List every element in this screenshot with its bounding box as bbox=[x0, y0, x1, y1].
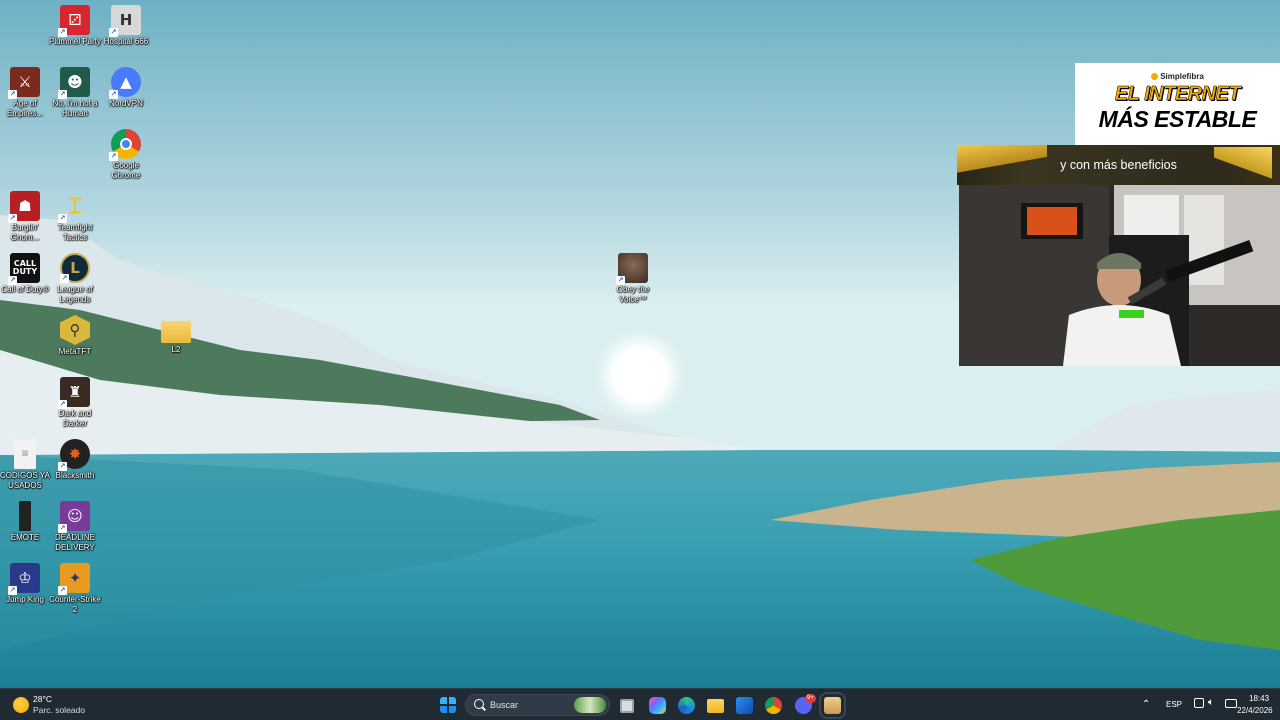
outlook-icon[interactable] bbox=[736, 697, 753, 714]
desktop-icon-label: MetaTFT bbox=[58, 347, 92, 356]
desktop-icon-label: Blacksmith bbox=[55, 471, 95, 480]
desktop-icon-burglin-gnomes[interactable]: ☗ ↗ Burglin' Gnom... bbox=[0, 191, 53, 242]
desktop-icon-league-of-legends[interactable]: L ↗ League of Legends bbox=[47, 253, 103, 304]
battery-icon[interactable] bbox=[1225, 699, 1237, 708]
volume-icon[interactable]: 🔈︎ bbox=[1208, 697, 1214, 708]
call-of-duty-icon: CALL DUTY ↗ bbox=[8, 253, 40, 285]
desktop-icon-label: Counter-Strike 2 bbox=[49, 595, 101, 614]
edge-icon[interactable] bbox=[678, 697, 695, 714]
desktop-icon-nordvpn[interactable]: ▲ ↗ NordVPN bbox=[98, 67, 154, 109]
gold-bars-icon bbox=[957, 145, 1047, 175]
show-hidden-icons-chevron-icon[interactable]: ⌃ bbox=[1142, 699, 1150, 710]
desktop-icon-no-im-not-a-human[interactable]: ☻ ↗ No, I'm not a Human bbox=[47, 67, 103, 118]
desktop-icon-label: Age of Empires... bbox=[6, 99, 43, 118]
clock-date[interactable]: 22/4/2026 bbox=[1237, 706, 1273, 715]
desktop-icon-deadline-delivery[interactable]: ☺ ↗ DEADLINE DELIVERY bbox=[47, 501, 103, 552]
desktop-icon-codigos-ya-usados[interactable]: ≡ CODIGOS YA USADOS bbox=[0, 439, 53, 490]
desktop-icon-plummel-party[interactable]: ⚂ ↗ Plummel Party bbox=[47, 5, 103, 47]
desktop-icon-l2-folder[interactable]: L2 bbox=[148, 315, 204, 355]
taskbar-search-box[interactable]: Buscar bbox=[465, 694, 610, 716]
emote-file-icon bbox=[19, 501, 31, 531]
desktop-icon-label: Dark and Darker bbox=[58, 409, 92, 428]
desktop-icon-label: L2 bbox=[171, 345, 181, 354]
search-highlight-image bbox=[574, 697, 606, 713]
desktop-icon-label: NordVPN bbox=[109, 99, 143, 108]
google-chrome-icon: ↗ bbox=[109, 129, 141, 161]
ad-headline-2: MÁS ESTABLE bbox=[1098, 106, 1257, 132]
ad-headline-1: EL INTERNET bbox=[1114, 83, 1241, 106]
weather-description: Parc. soleado bbox=[33, 705, 85, 715]
desktop-icon-label: No, I'm not a Human bbox=[52, 99, 98, 118]
nordvpn-icon: ▲ ↗ bbox=[109, 67, 141, 99]
desktop-icon-emote[interactable]: EMOTE bbox=[0, 501, 53, 543]
text-document-icon: ≡ bbox=[14, 439, 36, 469]
desktop-icon-label: Plummel Party bbox=[48, 37, 101, 46]
desktop-icon-label: Hospital 666 bbox=[103, 37, 149, 46]
desktop-icon-counter-strike-2[interactable]: ✦ ↗ Counter-Strike 2 bbox=[47, 563, 103, 614]
search-icon bbox=[474, 699, 484, 709]
desktop-icon-label: Obey the Voice™ bbox=[616, 285, 650, 304]
deadline-delivery-icon: ☺ ↗ bbox=[58, 501, 90, 533]
network-icon[interactable] bbox=[1194, 698, 1204, 708]
dark-and-darker-icon: ♜ ↗ bbox=[58, 377, 90, 409]
desktop-icon-label: CODIGOS YA USADOS bbox=[0, 471, 50, 490]
task-view-icon[interactable] bbox=[620, 699, 634, 713]
desktop-icon-metatft[interactable]: ⚲ MetaTFT bbox=[47, 315, 103, 357]
folder-icon bbox=[161, 321, 191, 343]
game-app-icon[interactable] bbox=[819, 692, 846, 719]
copilot-icon[interactable] bbox=[649, 697, 666, 714]
desktop-icon-label: Jump King bbox=[6, 595, 44, 604]
sponsor-brand-name: Simplefibra bbox=[1160, 72, 1204, 81]
file-explorer-icon[interactable] bbox=[707, 699, 724, 713]
discord-notification-badge: 9+ bbox=[805, 694, 816, 703]
metatft-icon: ⚲ bbox=[60, 315, 90, 345]
search-placeholder: Buscar bbox=[490, 700, 519, 710]
clock-time[interactable]: 18:43 bbox=[1249, 694, 1269, 703]
desktop-icon-label: Burglin' Gnom... bbox=[10, 223, 40, 242]
gold-bars-icon bbox=[1214, 147, 1272, 183]
no-im-not-a-human-icon: ☻ ↗ bbox=[58, 67, 90, 99]
league-of-legends-icon: L ↗ bbox=[60, 253, 90, 283]
desktop-icon-obey-the-voice[interactable]: ↗ Obey the Voice™ bbox=[605, 253, 661, 304]
desktop-icon-call-of-duty[interactable]: CALL DUTY ↗ Call of Duty® bbox=[0, 253, 53, 295]
ad-banner-text: y con más beneficios bbox=[1060, 158, 1177, 172]
counter-strike-2-icon: ✦ ↗ bbox=[58, 563, 90, 595]
desktop-icon-label: Google Chrome bbox=[111, 161, 141, 180]
desktop-icon-blacksmith[interactable]: ✸ ↗ Blacksmith bbox=[47, 439, 103, 481]
desktop-icon-label: DEADLINE DELIVERY bbox=[54, 533, 95, 552]
desktop-icon-dark-and-darker[interactable]: ♜ ↗ Dark and Darker bbox=[47, 377, 103, 428]
desktop-icon-label: League of Legends bbox=[57, 285, 93, 304]
plummel-party-icon: ⚂ ↗ bbox=[58, 5, 90, 37]
desktop-icon-teamfight-tactics[interactable]: ⌶ ↗ Teamfight Tactics bbox=[47, 191, 103, 242]
hospital-666-icon: H ↗ bbox=[109, 5, 141, 37]
blacksmith-icon: ✸ ↗ bbox=[58, 439, 90, 471]
sponsor-ad-panel: Simplefibra EL INTERNET MÁS ESTABLE bbox=[1075, 63, 1280, 145]
sponsor-brand: Simplefibra bbox=[1075, 63, 1280, 81]
desktop-icon-age-of-empires[interactable]: ⚔ ↗ Age of Empires... bbox=[0, 67, 53, 118]
jump-king-icon: ♔ ↗ bbox=[8, 563, 40, 595]
taskbar: 28°C Parc. soleado Buscar 9+ ⌃ ESP 🔈︎ 18… bbox=[0, 688, 1280, 720]
partly-sunny-icon bbox=[13, 697, 29, 713]
brand-logo-icon bbox=[1151, 73, 1159, 80]
webcam-overlay bbox=[959, 185, 1280, 366]
desktop-icon-jump-king[interactable]: ♔ ↗ Jump King bbox=[0, 563, 53, 605]
burglin-gnomes-icon: ☗ ↗ bbox=[8, 191, 40, 223]
start-icon[interactable] bbox=[440, 697, 456, 713]
chrome-icon[interactable] bbox=[765, 697, 782, 714]
teamfight-tactics-icon: ⌶ ↗ bbox=[58, 193, 82, 223]
desktop-icon-hospital-666[interactable]: H ↗ Hospital 666 bbox=[98, 5, 154, 47]
age-of-empires-icon: ⚔ ↗ bbox=[8, 67, 40, 99]
desktop-icon-label: Teamfight Tactics bbox=[57, 223, 93, 242]
desktop-icon-label: EMOTE bbox=[10, 533, 40, 542]
desktop-icon-google-chrome[interactable]: ↗ Google Chrome bbox=[98, 129, 154, 180]
weather-temperature: 28°C bbox=[33, 694, 52, 704]
desktop-icon-label: Call of Duty® bbox=[1, 285, 49, 294]
obey-the-voice-icon: ↗ bbox=[616, 253, 648, 285]
ad-banner: y con más beneficios bbox=[957, 145, 1280, 185]
webcam-feed bbox=[959, 185, 1280, 366]
language-indicator[interactable]: ESP bbox=[1166, 700, 1182, 709]
